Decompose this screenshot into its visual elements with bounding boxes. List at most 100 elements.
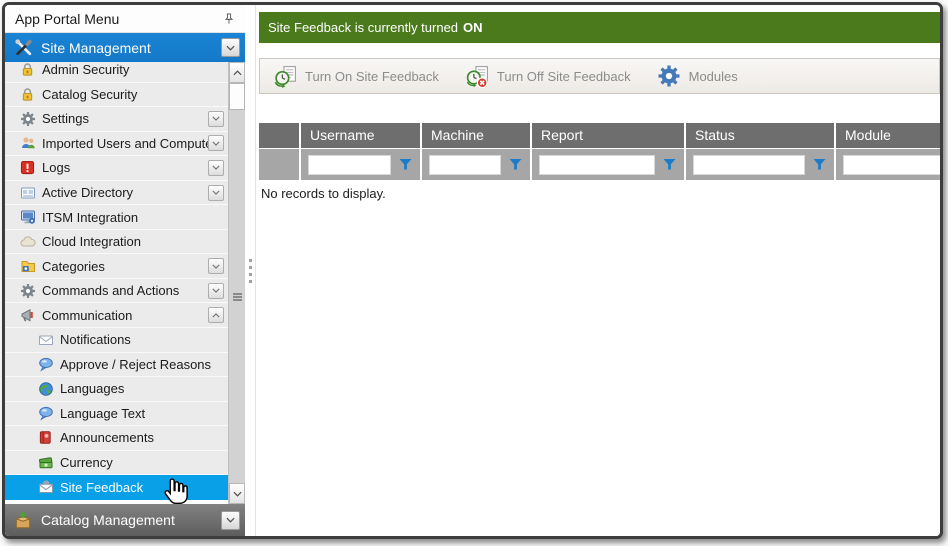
sidebar-item-approve-reject-reasons[interactable]: Approve / Reject Reasons xyxy=(5,353,228,378)
filter-funnel-icon[interactable] xyxy=(662,157,677,172)
turn-on-icon xyxy=(273,64,298,89)
empty-message: No records to display. xyxy=(261,186,940,201)
sidebar-item-label: Catalog Security xyxy=(42,87,224,102)
modules-icon: "> xyxy=(657,64,682,89)
sidebar-title: App Portal Menu xyxy=(15,11,221,27)
chevron-down-button[interactable] xyxy=(208,111,224,127)
grid-filter-row xyxy=(259,149,940,180)
sidebar-item-language-text[interactable]: Language Text xyxy=(5,402,228,427)
chevron-down-button[interactable] xyxy=(221,511,240,530)
pin-icon[interactable] xyxy=(221,11,237,27)
modules-button[interactable]: ">Modules xyxy=(653,62,742,91)
status-banner-text: Site Feedback is currently turned xyxy=(268,20,458,35)
lock-icon xyxy=(19,86,36,103)
users-icon xyxy=(19,135,36,152)
sidebar-item-notifications[interactable]: Notifications xyxy=(5,328,228,353)
sidebar-scrollbar[interactable] xyxy=(228,62,245,504)
sidebar-item-label: Active Directory xyxy=(42,185,208,200)
turn-off-site-feedback-button[interactable]: Turn Off Site Feedback xyxy=(461,62,635,91)
sidebar-item-label: Cloud Integration xyxy=(42,234,224,249)
filter-funnel-icon[interactable] xyxy=(398,157,413,172)
sidebar-item-label: Currency xyxy=(60,455,224,470)
filter-cell-status xyxy=(686,149,834,180)
sidebar-item-label: Admin Security xyxy=(42,62,224,77)
sidebar-item-languages[interactable]: Languages xyxy=(5,377,228,402)
filter-cell-username xyxy=(301,149,420,180)
panel-splitter[interactable] xyxy=(245,5,255,536)
card-icon xyxy=(19,184,36,201)
sidebar-item-label: Settings xyxy=(42,111,208,126)
sidebar-item-label: ITSM Integration xyxy=(42,210,224,225)
filter-funnel-icon[interactable] xyxy=(508,157,523,172)
sidebar-item-list: Admin Security Catalog Security Settings Im… xyxy=(5,62,228,504)
column-header-status[interactable]: Status xyxy=(686,123,834,148)
sidebar-item-label: Commands and Actions xyxy=(42,283,208,298)
sidebar-group-site-management[interactable]: Site Management xyxy=(5,33,245,62)
tools-icon xyxy=(13,38,33,58)
sidebar-item-categories[interactable]: Categories xyxy=(5,254,228,279)
column-header-username[interactable]: Username xyxy=(301,123,420,148)
logs-icon xyxy=(19,159,36,176)
sidebar-item-settings[interactable]: Settings xyxy=(5,107,228,132)
scrollbar-track[interactable] xyxy=(229,110,245,483)
envelope-icon xyxy=(37,331,54,348)
filter-cell-machine xyxy=(422,149,530,180)
sidebar-group-catalog-management[interactable]: Catalog Management xyxy=(5,504,245,536)
grid-header-row: UsernameMachineReportStatusModule xyxy=(259,123,940,148)
sidebar-item-commands-and-actions[interactable]: Commands and Actions xyxy=(5,279,228,304)
filter-input-module[interactable] xyxy=(843,155,940,175)
sidebar: App Portal Menu Site Management Admin Se… xyxy=(5,5,245,536)
filter-funnel-icon[interactable] xyxy=(812,157,827,172)
sidebar-item-label: Languages xyxy=(60,381,224,396)
toolbar-button-label: Turn Off Site Feedback xyxy=(497,69,631,84)
sidebar-item-communication[interactable]: Communication xyxy=(5,303,228,328)
bubble-icon xyxy=(37,405,54,422)
gear-icon xyxy=(19,110,36,127)
sidebar-item-currency[interactable]: Currency xyxy=(5,451,228,476)
sidebar-scroll-area: Admin Security Catalog Security Settings Im… xyxy=(5,62,245,504)
sidebar-item-label: Notifications xyxy=(60,332,224,347)
cloud-icon xyxy=(19,233,36,250)
column-header-module[interactable]: Module xyxy=(836,123,940,148)
filter-input-status[interactable] xyxy=(693,155,805,175)
chevron-down-button[interactable] xyxy=(208,160,224,176)
bubble-icon xyxy=(37,356,54,373)
sidebar-item-label: Approve / Reject Reasons xyxy=(60,357,224,372)
sidebar-item-cloud-integration[interactable]: Cloud Integration xyxy=(5,230,228,255)
sidebar-item-label: Language Text xyxy=(60,406,224,421)
group-label-catalog-management: Catalog Management xyxy=(41,512,221,528)
sidebar-item-announcements[interactable]: Announcements xyxy=(5,426,228,451)
chevron-down-button[interactable] xyxy=(208,135,224,151)
feedback-icon xyxy=(37,479,54,496)
status-banner: Site Feedback is currently turned ON xyxy=(259,12,940,43)
scroll-down-button[interactable] xyxy=(229,483,245,504)
globe-icon xyxy=(37,380,54,397)
gear-icon xyxy=(19,282,36,299)
sidebar-item-imported-users-and-computers[interactable]: Imported Users and Computers xyxy=(5,132,228,157)
box-icon xyxy=(13,510,33,530)
filter-input-report[interactable] xyxy=(539,155,655,175)
filter-input-username[interactable] xyxy=(308,155,391,175)
sidebar-item-admin-security[interactable]: Admin Security xyxy=(5,62,228,83)
sidebar-item-catalog-security[interactable]: Catalog Security xyxy=(5,83,228,108)
chevron-down-button[interactable] xyxy=(208,185,224,201)
money-icon xyxy=(37,454,54,471)
turn-on-site-feedback-button[interactable]: Turn On Site Feedback xyxy=(269,62,443,91)
megaphone-icon xyxy=(19,307,36,324)
sidebar-item-label: Announcements xyxy=(60,430,224,445)
filter-input-machine[interactable] xyxy=(429,155,501,175)
sidebar-item-site-feedback[interactable]: Site Feedback xyxy=(5,475,228,500)
column-header-report[interactable]: Report xyxy=(532,123,684,148)
announce-icon xyxy=(37,429,54,446)
chevron-down-button[interactable] xyxy=(221,38,240,57)
toolbar: Turn On Site Feedback Turn Off Site Feedb… xyxy=(259,58,940,94)
sidebar-item-logs[interactable]: Logs xyxy=(5,156,228,181)
chevron-up-button[interactable] xyxy=(208,307,224,323)
column-header-machine[interactable]: Machine xyxy=(422,123,530,148)
chevron-down-button[interactable] xyxy=(208,258,224,274)
sidebar-item-active-directory[interactable]: Active Directory xyxy=(5,181,228,206)
scrollbar-thumb[interactable] xyxy=(229,83,245,110)
sidebar-item-itsm-integration[interactable]: ITSM Integration xyxy=(5,205,228,230)
scroll-up-button[interactable] xyxy=(229,62,245,83)
chevron-down-button[interactable] xyxy=(208,283,224,299)
